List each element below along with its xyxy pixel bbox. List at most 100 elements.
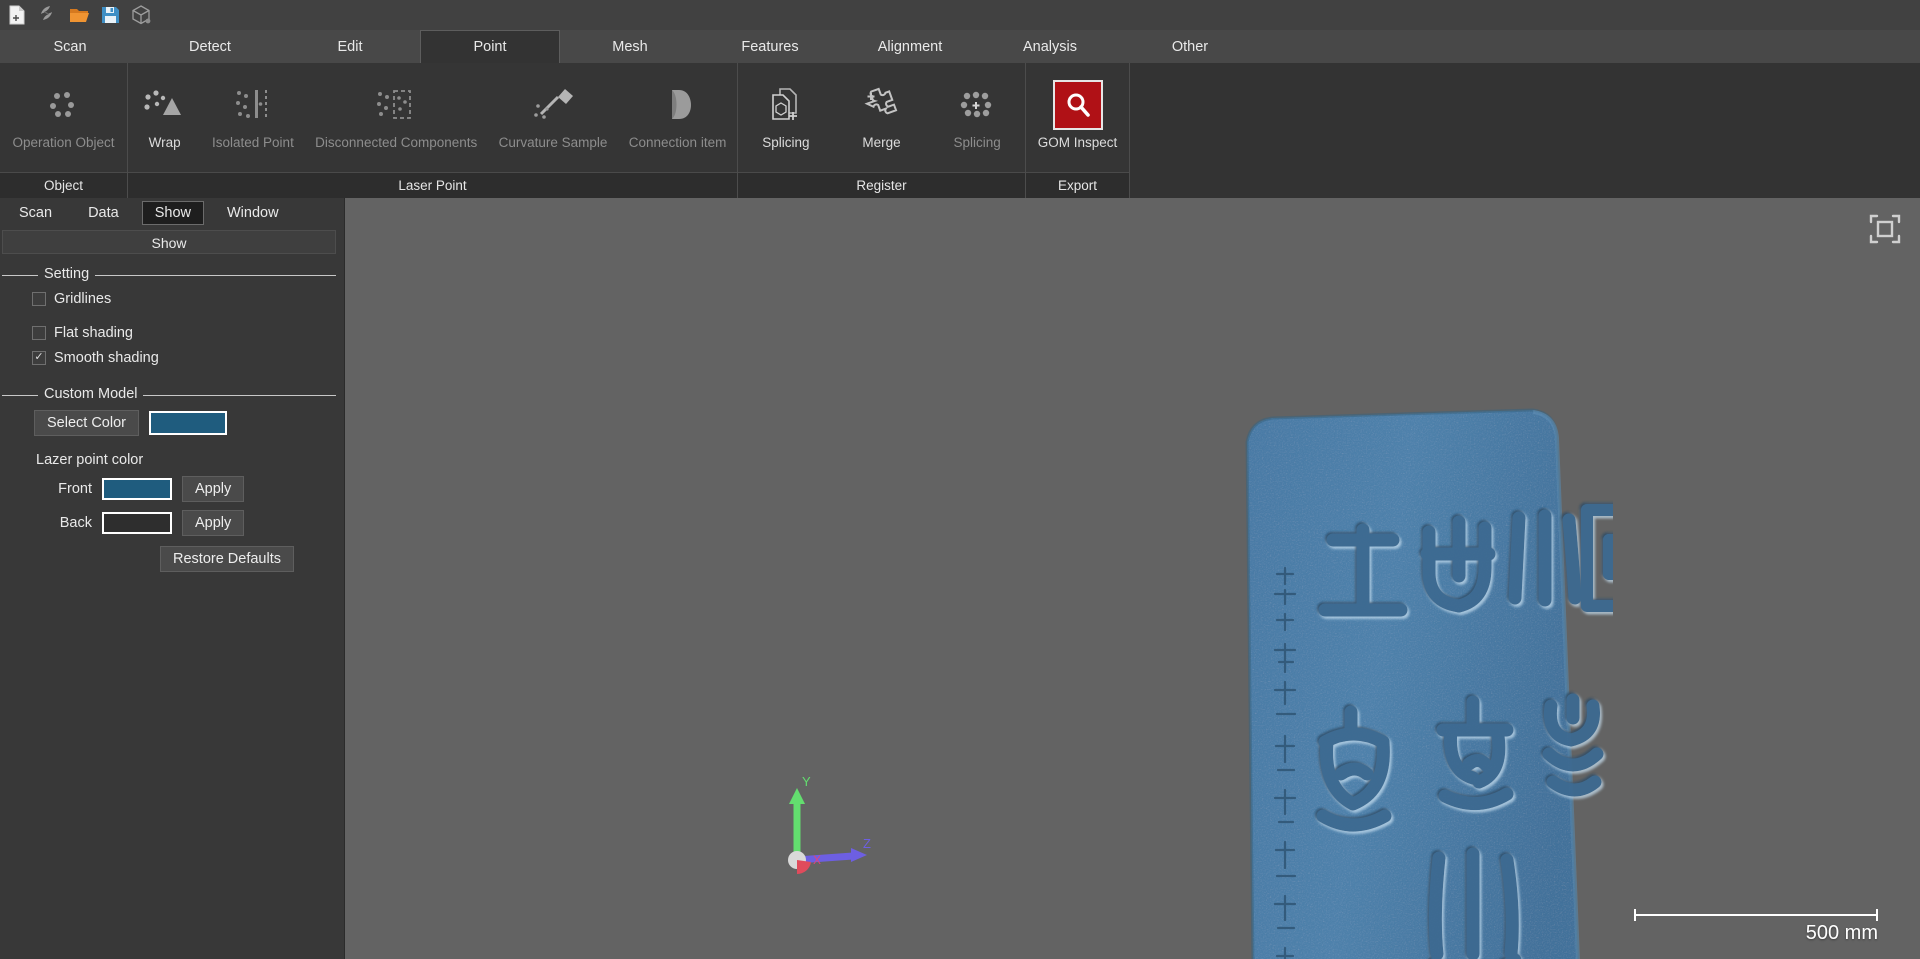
scale-bar-label: 500 mm <box>1805 922 1878 944</box>
ribbon-item-label: Connection item <box>628 135 727 150</box>
ribbon-item-label: Merge <box>862 135 901 150</box>
custom-model-group: Custom Model Select Color Lazer point co… <box>2 386 336 576</box>
panel-tab-label: Window <box>226 205 279 221</box>
y-axis-label: Y <box>802 774 811 789</box>
x-axis-label: X <box>813 853 821 867</box>
model-color-swatch[interactable] <box>148 411 227 435</box>
back-label: Back <box>59 515 92 531</box>
export-model-icon[interactable] <box>130 4 152 26</box>
ribbon-item-label: Wrap <box>148 135 181 150</box>
panel-tab-strip: Scan Data Show Window <box>0 198 344 228</box>
ribbon-item-connection-item[interactable]: Connection item <box>623 69 733 150</box>
panel-tab-label: Show <box>154 205 191 221</box>
back-apply-button[interactable]: Apply <box>182 510 245 536</box>
ribbon-item-label: Isolated Point <box>212 135 294 150</box>
ribbon-item-gom-inspect[interactable]: GOM Inspect <box>1032 69 1124 150</box>
main-area: Scan Data Show Window Show Setting Gridl… <box>0 198 1920 959</box>
ribbon-tab-label: Point <box>473 39 507 55</box>
ribbon-item-label: Disconnected Components <box>315 135 478 150</box>
checkbox-label: Gridlines <box>54 290 112 307</box>
quick-access-toolbar <box>0 0 1920 30</box>
ribbon-tab-detect[interactable]: Detect <box>140 30 280 63</box>
ribbon-group-register: Splicing Merge Splicing Register <box>738 63 1026 198</box>
checkbox-box: ✓ <box>32 350 46 365</box>
ribbon-tab-label: Other <box>1171 39 1209 55</box>
ribbon-group-laser-point: Wrap Isolated Point Disconnected Compone… <box>128 63 738 198</box>
ribbon-item-disconnected-components[interactable]: Disconnected Components <box>309 69 483 150</box>
fit-to-view-icon[interactable] <box>1868 212 1902 251</box>
ribbon-item-isolated-point[interactable]: Isolated Point <box>206 69 300 150</box>
ribbon-group-label: Register <box>738 172 1025 198</box>
new-document-icon[interactable] <box>6 4 28 26</box>
ribbon-item-wrap[interactable]: Wrap <box>133 69 197 150</box>
ribbon-tab-label: Mesh <box>612 39 648 55</box>
panel-tab-data[interactable]: Data <box>75 201 132 225</box>
restore-defaults-button[interactable]: Restore Defaults <box>160 546 294 572</box>
setting-legend: Setting <box>38 266 96 282</box>
ribbon-tab-label: Analysis <box>1023 39 1077 55</box>
3d-viewport[interactable]: Y Z X 500 mm <box>345 198 1920 959</box>
ribbon-tab-strip: Scan Detect Edit Point Mesh Features Ali… <box>0 30 1920 63</box>
stone-stele-scan[interactable] <box>1233 408 1679 959</box>
ribbon-tab-other[interactable]: Other <box>1120 30 1260 63</box>
custom-model-legend: Custom Model <box>38 386 144 402</box>
left-panel: Scan Data Show Window Show Setting Gridl… <box>0 198 345 959</box>
front-color-row: Front Apply <box>34 476 336 502</box>
checkbox-box <box>32 291 46 306</box>
ribbon-tab-features[interactable]: Features <box>700 30 840 63</box>
ribbon-tab-edit[interactable]: Edit <box>280 30 420 63</box>
panel-tab-window[interactable]: Window <box>214 201 292 225</box>
front-color-swatch[interactable] <box>102 478 172 500</box>
ribbon-group-label: Export <box>1026 172 1129 198</box>
back-color-swatch[interactable] <box>102 512 172 534</box>
scale-bar-line <box>1634 909 1878 921</box>
z-axis-label: Z <box>863 836 871 851</box>
ribbon-item-label: Splicing <box>762 135 810 150</box>
flash-icon[interactable] <box>37 4 59 26</box>
checkbox-label: Flat shading <box>54 324 133 341</box>
gom-inspect-magnifier-icon <box>1052 77 1103 133</box>
ribbon-group-label: Object <box>0 172 127 198</box>
checkbox-flat-shading[interactable]: Flat shading <box>32 320 336 345</box>
panel-tab-scan[interactable]: Scan <box>6 201 65 225</box>
front-apply-button[interactable]: Apply <box>182 476 245 502</box>
ribbon-tab-mesh[interactable]: Mesh <box>560 30 700 63</box>
ribbon-item-label: Splicing <box>953 135 1001 150</box>
ribbon-empty-area <box>1130 63 1920 198</box>
curvature-sample-icon <box>527 77 579 133</box>
ribbon-item-operation-object[interactable]: Operation Object <box>6 69 120 150</box>
checkbox-label: Smooth shading <box>54 349 159 366</box>
ribbon-tab-point[interactable]: Point <box>420 30 560 63</box>
ribbon-item-label: Operation Object <box>12 135 115 150</box>
ribbon-item-label: Curvature Sample <box>498 135 608 150</box>
lazer-point-color-label: Lazer point color <box>36 452 144 468</box>
ribbon-item-label: GOM Inspect <box>1037 135 1118 150</box>
ribbon-tab-scan[interactable]: Scan <box>0 30 140 63</box>
disconnected-components-icon <box>370 77 422 133</box>
checkbox-smooth-shading[interactable]: ✓ Smooth shading <box>32 345 336 370</box>
checkbox-gridlines[interactable]: Gridlines <box>32 286 336 311</box>
select-color-button[interactable]: Select Color <box>34 410 139 436</box>
back-color-row: Back Apply <box>34 510 336 536</box>
checkbox-box <box>32 325 46 340</box>
save-icon[interactable] <box>99 4 121 26</box>
ribbon-tab-alignment[interactable]: Alignment <box>840 30 980 63</box>
ribbon-item-splicing-file[interactable]: Splicing <box>754 69 818 150</box>
open-folder-icon[interactable] <box>68 4 90 26</box>
wrap-icon <box>139 77 191 133</box>
select-color-row: Select Color <box>34 410 336 436</box>
panel-tab-show[interactable]: Show <box>141 201 204 225</box>
connection-item-icon <box>652 77 704 133</box>
axis-gizmo: Y Z X <box>775 774 895 889</box>
ribbon-item-curvature-sample[interactable]: Curvature Sample <box>493 69 614 150</box>
splicing-points-icon <box>951 77 1003 133</box>
setting-group: Setting Gridlines Flat shading ✓ Smooth … <box>2 266 336 374</box>
isolated-point-icon <box>227 77 279 133</box>
ribbon-tab-analysis[interactable]: Analysis <box>980 30 1120 63</box>
panel-tab-label: Scan <box>19 205 53 221</box>
panel-tab-label: Data <box>88 205 119 221</box>
ribbon-item-splicing-points[interactable]: Splicing <box>945 69 1009 150</box>
ribbon-item-merge[interactable]: Merge <box>849 69 913 150</box>
point-cloud-icon <box>41 77 87 133</box>
ribbon-tab-label: Detect <box>189 39 231 55</box>
